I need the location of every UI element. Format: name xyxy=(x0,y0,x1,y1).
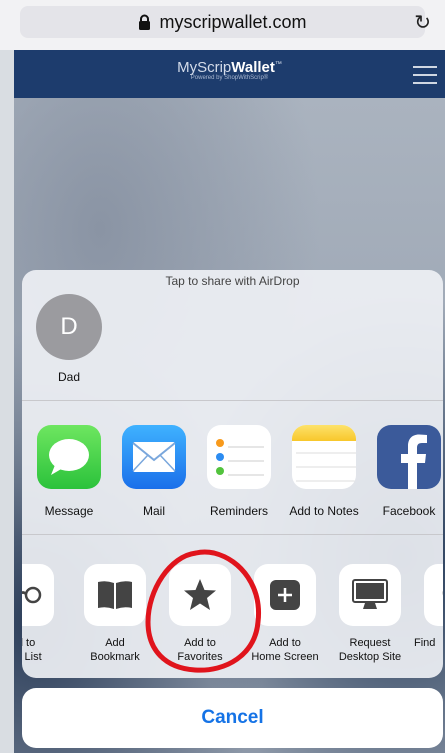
action-label: dd to ling List xyxy=(22,637,42,663)
action-add-to-reading-list[interactable]: dd to ling List xyxy=(22,564,66,664)
desktop-icon xyxy=(339,564,401,626)
divider xyxy=(22,534,443,535)
brand-tagline: Powered by ShopWithScrip® xyxy=(190,75,269,81)
action-label: Add to Home Screen xyxy=(251,637,319,663)
star-icon xyxy=(169,564,231,626)
action-label: Add to Favorites xyxy=(177,637,223,663)
app-label: Add to Notes xyxy=(289,504,359,518)
share-app-message[interactable]: Message xyxy=(26,425,112,518)
action-add-to-home-screen[interactable]: Add to Home Screen xyxy=(242,564,328,664)
action-add-bookmark[interactable]: Add Bookmark xyxy=(72,564,158,664)
site-logo[interactable]: MyScripWallet™ Powered by ShopWithScrip® xyxy=(14,59,445,81)
share-sheet: Tap to share with AirDrop D Dad Message … xyxy=(22,270,443,678)
brand-light: MyScrip xyxy=(177,59,232,76)
cancel-button[interactable]: Cancel xyxy=(22,688,443,748)
book-icon xyxy=(84,564,146,626)
messages-icon xyxy=(37,425,101,489)
brand-bold: Wallet xyxy=(231,59,275,76)
share-app-notes[interactable]: Add to Notes xyxy=(281,425,367,518)
mail-icon xyxy=(122,425,186,489)
app-label: Facebook xyxy=(382,504,436,518)
divider xyxy=(22,400,443,401)
action-find-on-page[interactable]: Find xyxy=(412,564,443,650)
avatar: D xyxy=(36,294,102,360)
action-label: Add Bookmark xyxy=(90,637,140,663)
brand-tm: ™ xyxy=(274,61,282,68)
app-label: Mail xyxy=(142,504,165,518)
action-add-to-favorites[interactable]: Add to Favorites xyxy=(157,564,243,664)
contact-name: Dad xyxy=(57,370,80,384)
app-label: Message xyxy=(44,504,94,518)
action-request-desktop-site[interactable]: Request Desktop Site xyxy=(327,564,413,664)
share-app-reminders[interactable]: Reminders xyxy=(196,425,282,518)
reminders-icon xyxy=(207,425,271,489)
address-field[interactable]: myscripwallet.com xyxy=(20,6,425,38)
facebook-icon xyxy=(377,425,441,489)
browser-url-bar: myscripwallet.com ↻ xyxy=(0,0,445,50)
url-text: myscripwallet.com xyxy=(159,11,307,32)
action-label: Request Desktop Site xyxy=(338,637,402,663)
app-label: Reminders xyxy=(209,504,269,518)
search-icon xyxy=(424,564,443,626)
hamburger-menu-icon[interactable] xyxy=(413,66,437,90)
airdrop-contact[interactable]: D Dad xyxy=(36,294,102,384)
site-header: MyScripWallet™ Powered by ShopWithScrip® xyxy=(14,50,445,98)
notes-icon xyxy=(292,425,356,489)
glasses-icon xyxy=(22,564,54,626)
plus-square-icon xyxy=(254,564,316,626)
share-app-facebook[interactable]: Facebook xyxy=(366,425,443,518)
lock-icon xyxy=(139,14,151,30)
share-app-mail[interactable]: Mail xyxy=(111,425,197,518)
airdrop-label: Tap to share with AirDrop xyxy=(165,274,300,288)
action-label: Find xyxy=(414,637,436,649)
reload-icon[interactable]: ↻ xyxy=(414,10,431,35)
